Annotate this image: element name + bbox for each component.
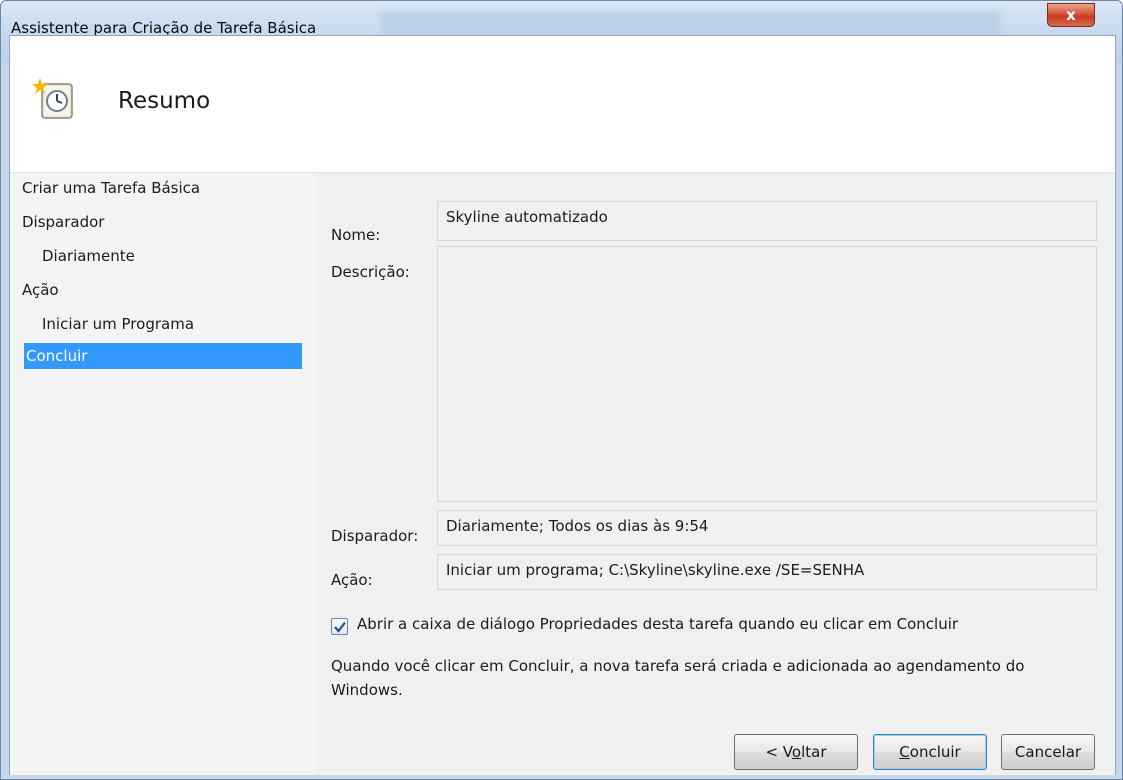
finish-info-text: Quando você clicar em Concluir, a nova t… [331,657,1025,699]
open-properties-label[interactable]: Abrir a caixa de diálogo Propriedades de… [357,615,958,633]
step-criar-tarefa[interactable]: Criar uma Tarefa Básica [22,175,200,201]
checkmark-icon [334,621,346,633]
trigger-label: Disparador: [331,527,419,545]
back-button[interactable]: < Voltar [734,734,858,770]
description-label: Descrição: [331,263,410,281]
name-label: Nome: [331,226,381,244]
open-properties-checkbox[interactable] [331,618,348,635]
name-field: Skyline automatizado [437,201,1097,241]
back-button-label-prefix: < V [765,743,792,761]
finish-button-mnemonic: C [899,743,910,761]
finish-button-label-suffix: oncluir [909,743,961,761]
cancel-button[interactable]: Cancelar [1001,734,1095,770]
wizard-header: Resumo [10,36,1115,171]
action-field: Iniciar um programa; C:\Skyline\skyline.… [437,554,1097,590]
wizard-steps-panel: Criar uma Tarefa Básica Disparador Diari… [10,173,315,775]
close-button[interactable]: x [1047,3,1095,27]
description-field [437,246,1097,502]
back-button-label-suffix: ltar [801,743,827,761]
wizard-window: Assistente para Criação de Tarefa Básica… [0,0,1123,780]
step-acao[interactable]: Ação [22,277,59,303]
step-disparador[interactable]: Disparador [22,209,104,235]
step-concluir[interactable]: Concluir [24,343,302,369]
trigger-field: Diariamente; Todos os dias às 9:54 [437,510,1097,546]
back-button-mnemonic: o [791,743,802,761]
close-icon: x [1066,6,1076,24]
scheduled-task-clock-icon [30,76,76,122]
step-iniciar-programa[interactable]: Iniciar um Programa [42,311,194,337]
finish-button[interactable]: Concluir [873,734,987,770]
action-label: Ação: [331,571,373,589]
page-title: Resumo [118,88,211,114]
step-diariamente[interactable]: Diariamente [42,243,135,269]
